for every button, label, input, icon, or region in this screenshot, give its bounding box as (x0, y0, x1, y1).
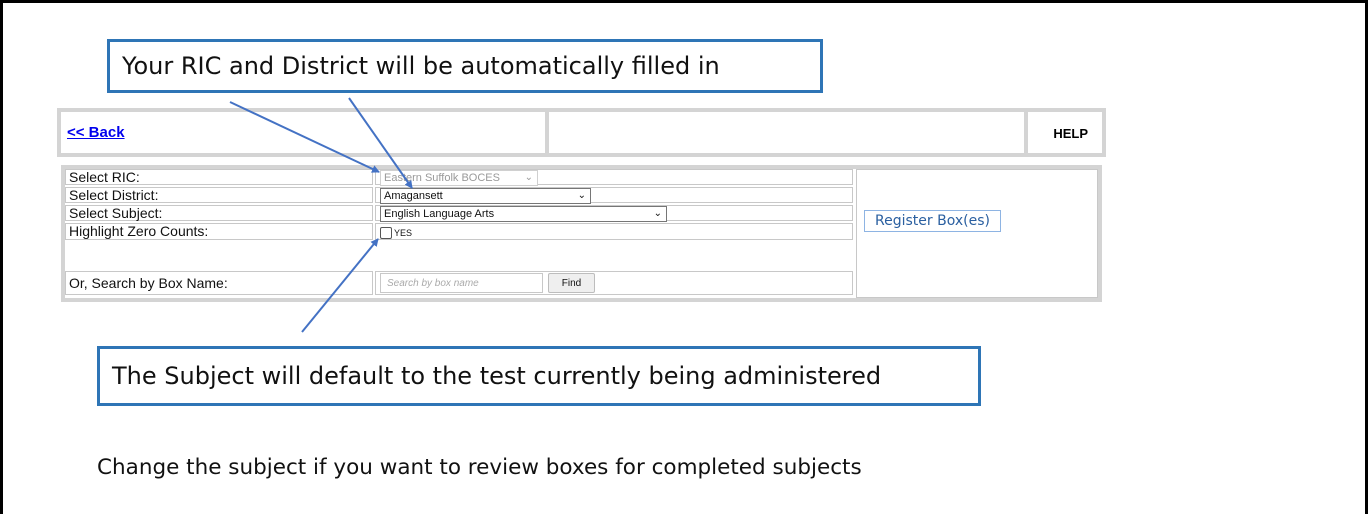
top-bar: << Back HELP (57, 108, 1106, 157)
chevron-down-icon: ⌄ (653, 208, 662, 219)
zero-counts-yes-label: YES (394, 228, 413, 238)
back-link[interactable]: << Back (67, 124, 125, 141)
callout-ric-district: Your RIC and District will be automatica… (107, 39, 823, 93)
register-boxes-label: Register Box(es) (875, 213, 990, 229)
ric-cell: Eastern Suffolk BOCES ⌄ (375, 169, 853, 186)
callout-subject-default: The Subject will default to the test cur… (97, 346, 981, 406)
top-bar-divider (1024, 112, 1028, 153)
select-subject-label: Select Subject: (69, 205, 163, 221)
register-cell: Register Box(es) (856, 169, 1098, 298)
zero-counts-checkbox[interactable] (380, 227, 392, 239)
register-boxes-button[interactable]: Register Box(es) (864, 210, 1001, 232)
subject-select-value: English Language Arts (384, 208, 495, 220)
select-ric-label: Select RIC: (69, 169, 140, 185)
district-select-value: Amagansett (384, 190, 443, 202)
search-by-box-name-label: Or, Search by Box Name: (69, 275, 228, 291)
search-input-placeholder: Search by box name (387, 278, 479, 289)
callout-ric-district-text: Your RIC and District will be automatica… (122, 52, 720, 80)
highlight-zero-counts-label: Highlight Zero Counts: (69, 223, 209, 239)
district-cell: Amagansett ⌄ (375, 187, 853, 204)
select-district-label: Select District: (69, 187, 159, 203)
find-button[interactable]: Find (548, 273, 595, 293)
zero-counts-cell: YES (375, 223, 853, 240)
subject-change-note: Change the subject if you want to review… (97, 455, 862, 480)
chevron-down-icon: ⌄ (577, 190, 586, 201)
search-input[interactable]: Search by box name (380, 273, 543, 293)
chevron-down-icon: ⌄ (524, 172, 533, 183)
row-label-district: Select District: (65, 187, 373, 203)
search-cell: Search by box name Find (375, 271, 853, 295)
box-search-form-inner: Select RIC: Select District: Select Subj… (65, 169, 1098, 298)
top-bar-inner: << Back HELP (61, 112, 1102, 153)
subject-select[interactable]: English Language Arts ⌄ (380, 206, 667, 222)
top-bar-divider (545, 112, 549, 153)
row-label-subject: Select Subject: (65, 205, 373, 221)
row-label-search: Or, Search by Box Name: (65, 271, 373, 295)
subject-cell: English Language Arts ⌄ (375, 205, 853, 222)
row-label-zero-counts: Highlight Zero Counts: (65, 223, 373, 240)
find-button-label: Find (561, 278, 582, 289)
help-button[interactable]: HELP (1053, 126, 1088, 141)
district-select[interactable]: Amagansett ⌄ (380, 188, 591, 204)
ric-select-value: Eastern Suffolk BOCES (384, 172, 500, 184)
row-label-ric: Select RIC: (65, 169, 373, 185)
ric-select[interactable]: Eastern Suffolk BOCES ⌄ (380, 170, 538, 186)
box-search-form: Select RIC: Select District: Select Subj… (61, 165, 1102, 302)
callout-subject-default-text: The Subject will default to the test cur… (112, 362, 882, 390)
